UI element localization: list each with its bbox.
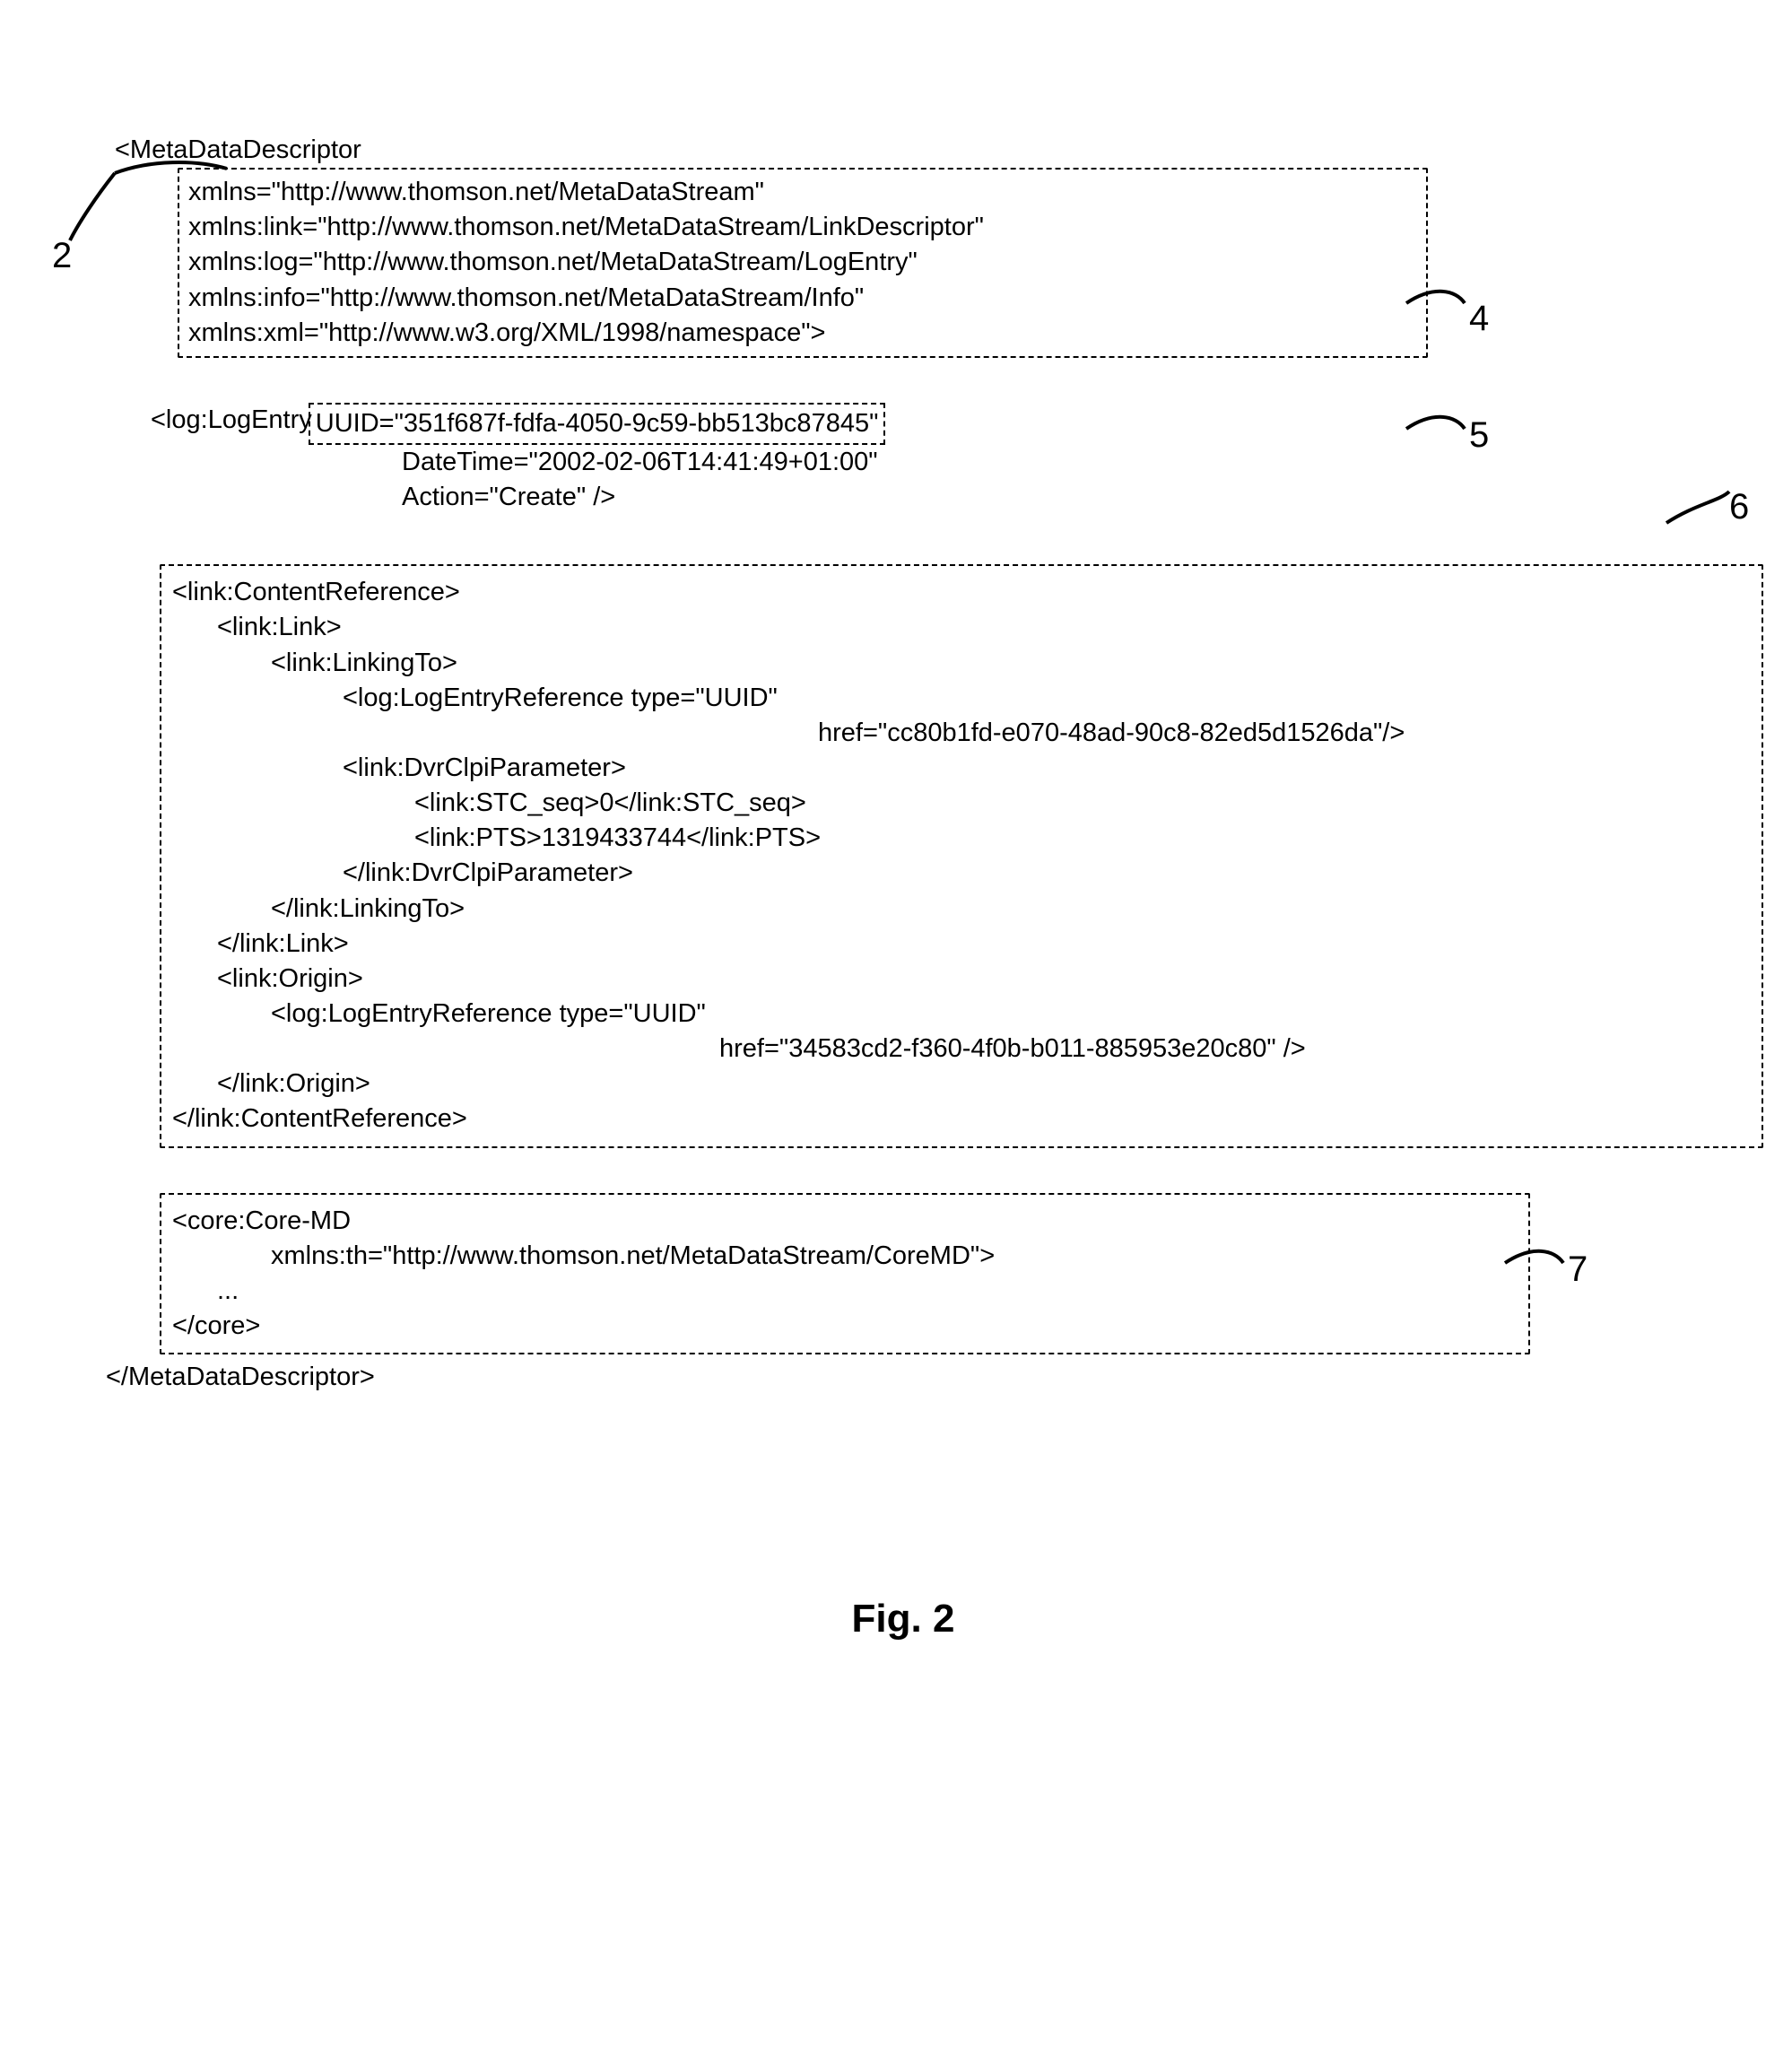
- uuid-box: UUID="351f687f-fdfa-4050-9c59-bb513bc878…: [309, 403, 886, 445]
- ler1-line-a: <log:LogEntryReference type="UUID": [343, 681, 1751, 716]
- ns-line: xmlns:link="http://www.thomson.net/MetaD…: [188, 210, 1417, 245]
- logentry-line1: <log:LogEntry UUID="351f687f-fdfa-4050-9…: [151, 403, 1745, 445]
- ns-line: xmlns:info="http://www.thomson.net/MetaD…: [188, 281, 1417, 316]
- core-close: </core>: [172, 1309, 1518, 1344]
- ler2-line-a: <log:LogEntryReference type="UUID": [271, 997, 1751, 1032]
- core-ellipsis: ...: [217, 1274, 1518, 1309]
- ler2-line-b: href="34583cd2-f360-4f0b-b011-885953e20c…: [719, 1032, 1751, 1067]
- core-ns: xmlns:th="http://www.thomson.net/MetaDat…: [271, 1239, 1518, 1274]
- logentry-action: Action="Create" />: [402, 480, 1745, 515]
- linkingto-open: <link:LinkingTo>: [271, 646, 1751, 681]
- namespace-box: xmlns="http://www.thomson.net/MetaDataSt…: [178, 168, 1428, 358]
- label-2: 2: [52, 231, 72, 280]
- stc-seq: <link:STC_seq>0</link:STC_seq>: [414, 786, 1751, 821]
- root-open-tag: <MetaDataDescriptor: [115, 133, 1745, 168]
- core-open: <core:Core-MD: [172, 1204, 1518, 1239]
- link-close: </link:Link>: [217, 927, 1751, 962]
- label-4: 4: [1469, 294, 1489, 343]
- origin-open: <link:Origin>: [217, 962, 1751, 997]
- link-open: <link:Link>: [217, 610, 1751, 645]
- xml-diagram: <MetaDataDescriptor xmlns="http://www.th…: [61, 133, 1745, 1646]
- dvr-close: </link:DvrClpiParameter>: [343, 856, 1751, 891]
- content-reference-box: <link:ContentReference> <link:Link> <lin…: [160, 564, 1763, 1147]
- pts: <link:PTS>1319433744</link:PTS>: [414, 821, 1751, 856]
- core-md-box: <core:Core-MD xmlns:th="http://www.thoms…: [160, 1193, 1530, 1355]
- root-close-tag: </MetaDataDescriptor>: [106, 1360, 1745, 1395]
- cr-open: <link:ContentReference>: [172, 575, 1751, 610]
- origin-close: </link:Origin>: [217, 1067, 1751, 1102]
- logentry-datetime: DateTime="2002-02-06T14:41:49+01:00": [402, 445, 1745, 480]
- ns-line: xmlns="http://www.thomson.net/MetaDataSt…: [188, 175, 1417, 210]
- logentry-open: <log:LogEntry: [151, 403, 312, 438]
- label-7: 7: [1568, 1245, 1588, 1293]
- dvr-open: <link:DvrClpiParameter>: [343, 751, 1751, 786]
- label-5: 5: [1469, 411, 1489, 459]
- linkingto-close: </link:LinkingTo>: [271, 892, 1751, 927]
- figure-caption: Fig. 2: [61, 1592, 1745, 1645]
- ler1-line-b: href="cc80b1fd-e070-48ad-90c8-82ed5d1526…: [818, 716, 1751, 751]
- ns-line: xmlns:log="http://www.thomson.net/MetaDa…: [188, 245, 1417, 280]
- ns-line: xmlns:xml="http://www.w3.org/XML/1998/na…: [188, 316, 1417, 351]
- label-6: 6: [1729, 483, 1749, 531]
- cr-close: </link:ContentReference>: [172, 1102, 1751, 1136]
